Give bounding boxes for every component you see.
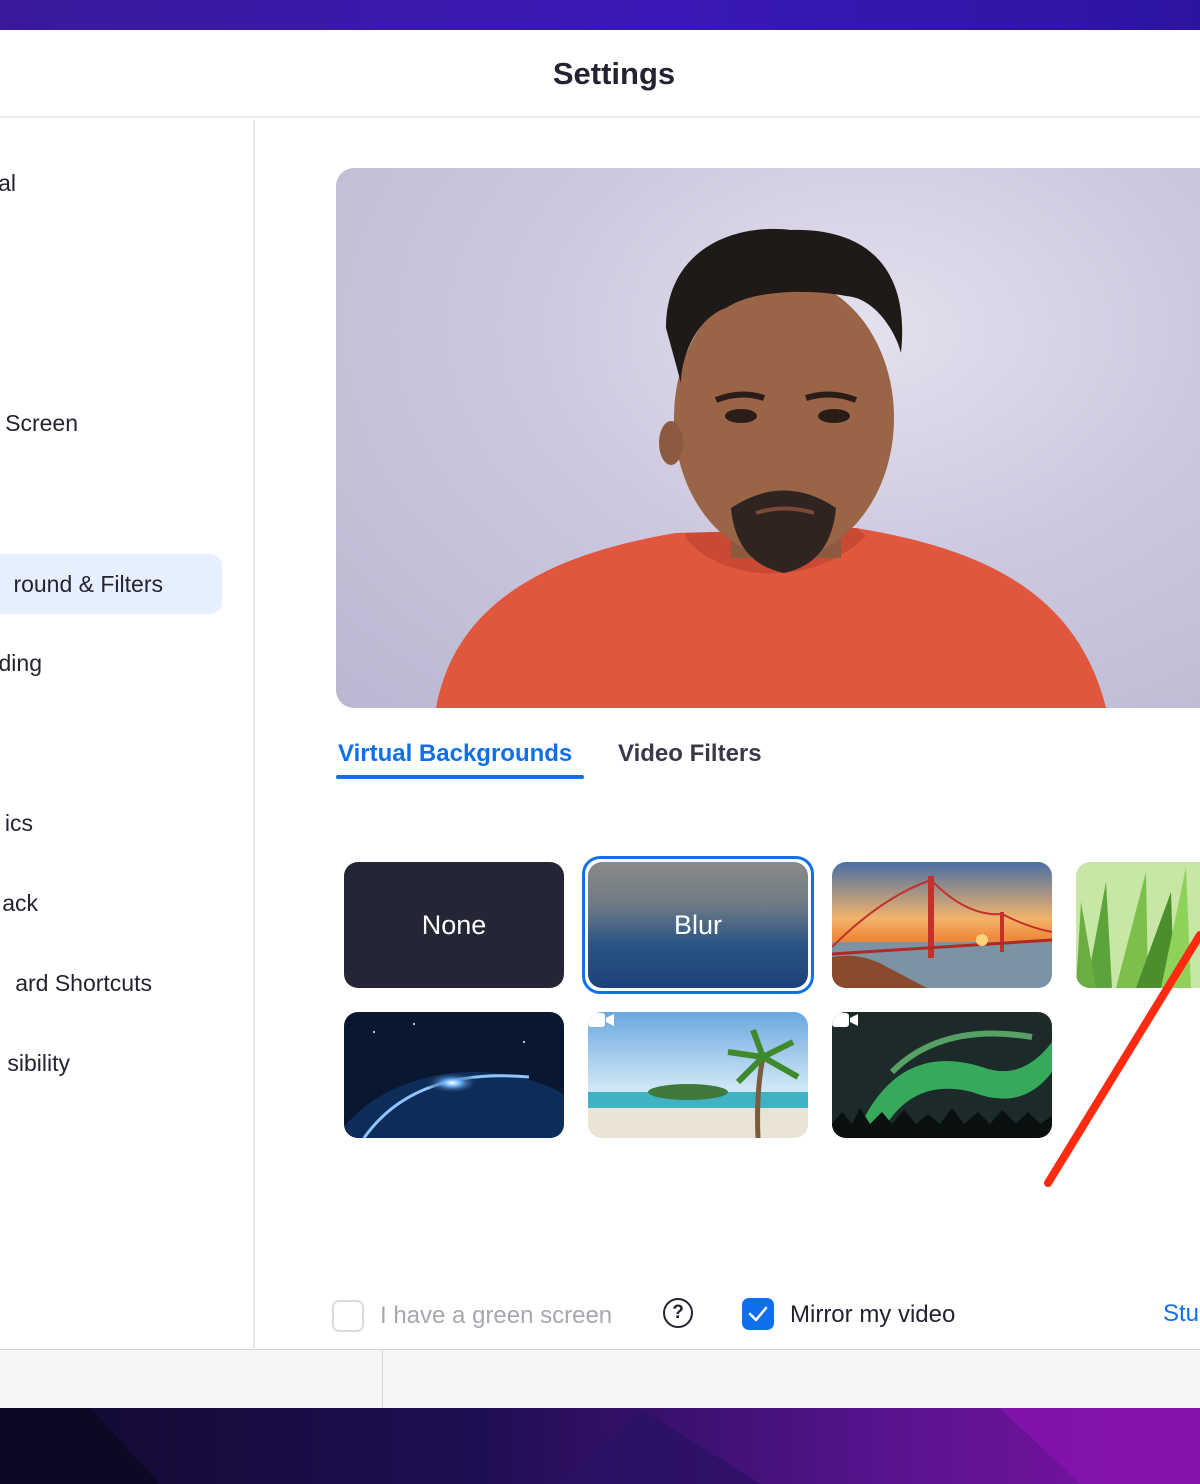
sidebar-item-label: ack: [2, 890, 38, 916]
wallpaper-shapes: [0, 1408, 1200, 1484]
background-filters-panel: Virtual Backgrounds Video Filters None B…: [256, 120, 1200, 1350]
help-icon[interactable]: ?: [663, 1298, 693, 1328]
sidebar-item-statistics[interactable]: ics: [0, 793, 33, 853]
sidebar-item-accessibility[interactable]: sibility: [0, 1033, 70, 1093]
background-golden-gate[interactable]: [832, 862, 1052, 988]
sidebar-item-share-screen[interactable]: Screen: [0, 393, 78, 453]
tab-active-indicator: [336, 775, 584, 779]
studio-effects-link[interactable]: Stu: [1163, 1300, 1199, 1328]
mirror-video-label: Mirror my video: [790, 1301, 956, 1328]
beach-image: [588, 1012, 808, 1138]
background-earth-space[interactable]: [344, 1012, 564, 1138]
background-grass[interactable]: [1076, 862, 1200, 988]
tab-video-filters[interactable]: Video Filters: [618, 740, 762, 768]
desktop-wallpaper-top: [0, 0, 1200, 30]
sidebar-item-keyboard-shortcuts[interactable]: ard Shortcuts: [0, 953, 152, 1013]
checkmark-icon: [748, 1306, 768, 1322]
golden-gate-image: [832, 862, 1052, 988]
settings-sidebar: al Screen round & Filters ding ics ack a…: [0, 120, 255, 1350]
sidebar-item-recording[interactable]: ding: [0, 633, 42, 693]
green-screen-label: I have a green screen: [380, 1302, 613, 1329]
background-window: [0, 1350, 1200, 1408]
sidebar-item-label: al: [0, 170, 16, 196]
aurora-image: [832, 1012, 1052, 1138]
background-none-label: None: [421, 909, 487, 940]
tab-virtual-backgrounds[interactable]: Virtual Backgrounds: [338, 740, 572, 768]
grass-image: [1076, 862, 1200, 988]
mirror-video-checkbox[interactable]: [742, 1298, 774, 1330]
sidebar-item-general[interactable]: al: [0, 153, 16, 213]
earth-space-image: [344, 1012, 564, 1138]
sidebar-item-label: ics: [4, 810, 33, 836]
background-blur-label: Blur: [673, 909, 722, 940]
video-camera-icon: [588, 1013, 614, 1027]
sidebar-item-label: sibility: [7, 1050, 70, 1076]
camera-preview: [336, 168, 1200, 708]
green-screen-checkbox[interactable]: [332, 1300, 364, 1332]
background-aurora[interactable]: [832, 1012, 1052, 1138]
settings-window: Settings al Screen round & Filters ding …: [0, 30, 1200, 1350]
sidebar-item-feedback[interactable]: ack: [0, 873, 38, 933]
sidebar-item-label: round & Filters: [13, 571, 163, 597]
video-camera-icon: [832, 1013, 858, 1027]
window-title: Settings: [552, 56, 676, 91]
background-none[interactable]: None: [344, 862, 564, 988]
sidebar-item-background-filters[interactable]: round & Filters: [0, 554, 222, 614]
desktop-wallpaper-bottom: [0, 1408, 1200, 1484]
camera-preview-person: [436, 228, 1106, 708]
background-beach[interactable]: [588, 1012, 808, 1138]
sidebar-item-label: Screen: [5, 410, 78, 436]
background-window-divider: [382, 1350, 383, 1408]
background-blur[interactable]: Blur: [588, 862, 808, 988]
sidebar-item-label: ding: [0, 650, 42, 676]
window-titlebar: Settings: [0, 30, 1200, 118]
sidebar-item-label: ard Shortcuts: [15, 970, 152, 996]
